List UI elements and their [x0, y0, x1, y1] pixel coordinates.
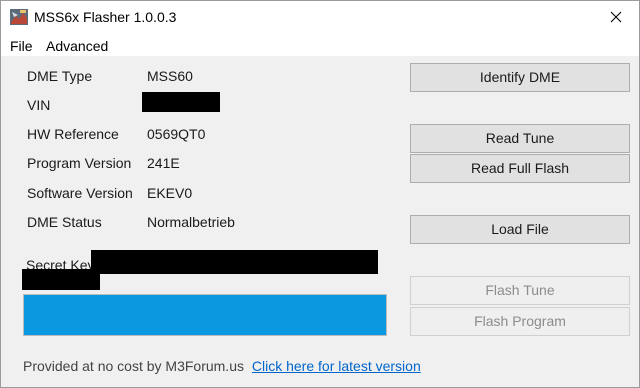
dme-status-value: Normalbetrieb	[147, 214, 235, 230]
hw-reference-label: HW Reference	[27, 126, 119, 142]
program-version-label: Program Version	[27, 155, 132, 171]
load-file-button[interactable]: Load File	[410, 215, 630, 244]
secret-key-redacted-line1	[91, 250, 378, 274]
window-title: MSS6x Flasher 1.0.0.3	[34, 9, 177, 25]
vin-label: VIN	[27, 97, 51, 113]
flash-tune-button[interactable]: Flash Tune	[410, 276, 630, 305]
flash-program-button[interactable]: Flash Program	[410, 307, 630, 336]
software-version-label: Software Version	[27, 185, 133, 201]
dme-type-value: MSS60	[147, 68, 193, 84]
hw-reference-value: 0569QT0	[147, 126, 206, 142]
menu-file[interactable]: File	[9, 38, 34, 54]
footer-credit: Provided at no cost by M3Forum.us	[23, 358, 244, 374]
identify-dme-button[interactable]: Identify DME	[410, 63, 630, 92]
menu-bar: File Advanced	[1, 35, 639, 57]
dme-status-label: DME Status	[27, 214, 102, 230]
secret-key-redacted-line2	[22, 269, 100, 290]
footer: Provided at no cost by M3Forum.us Click …	[23, 358, 421, 374]
close-button[interactable]	[593, 1, 639, 35]
program-version-value: 241E	[147, 155, 180, 171]
read-tune-button[interactable]: Read Tune	[410, 124, 630, 153]
app-logo-icon	[10, 9, 28, 25]
close-icon	[610, 10, 622, 26]
vin-redacted-value	[142, 92, 220, 112]
progress-fill	[24, 295, 386, 335]
read-full-flash-button[interactable]: Read Full Flash	[410, 154, 630, 183]
dme-type-label: DME Type	[27, 68, 93, 84]
app-window: MSS6x Flasher 1.0.0.3 File Advanced DME …	[0, 0, 640, 388]
software-version-value: EKEV0	[147, 185, 193, 201]
latest-version-link[interactable]: Click here for latest version	[252, 358, 421, 374]
menu-advanced[interactable]: Advanced	[45, 38, 109, 54]
title-bar[interactable]: MSS6x Flasher 1.0.0.3	[1, 1, 639, 35]
progress-bar	[23, 294, 387, 336]
